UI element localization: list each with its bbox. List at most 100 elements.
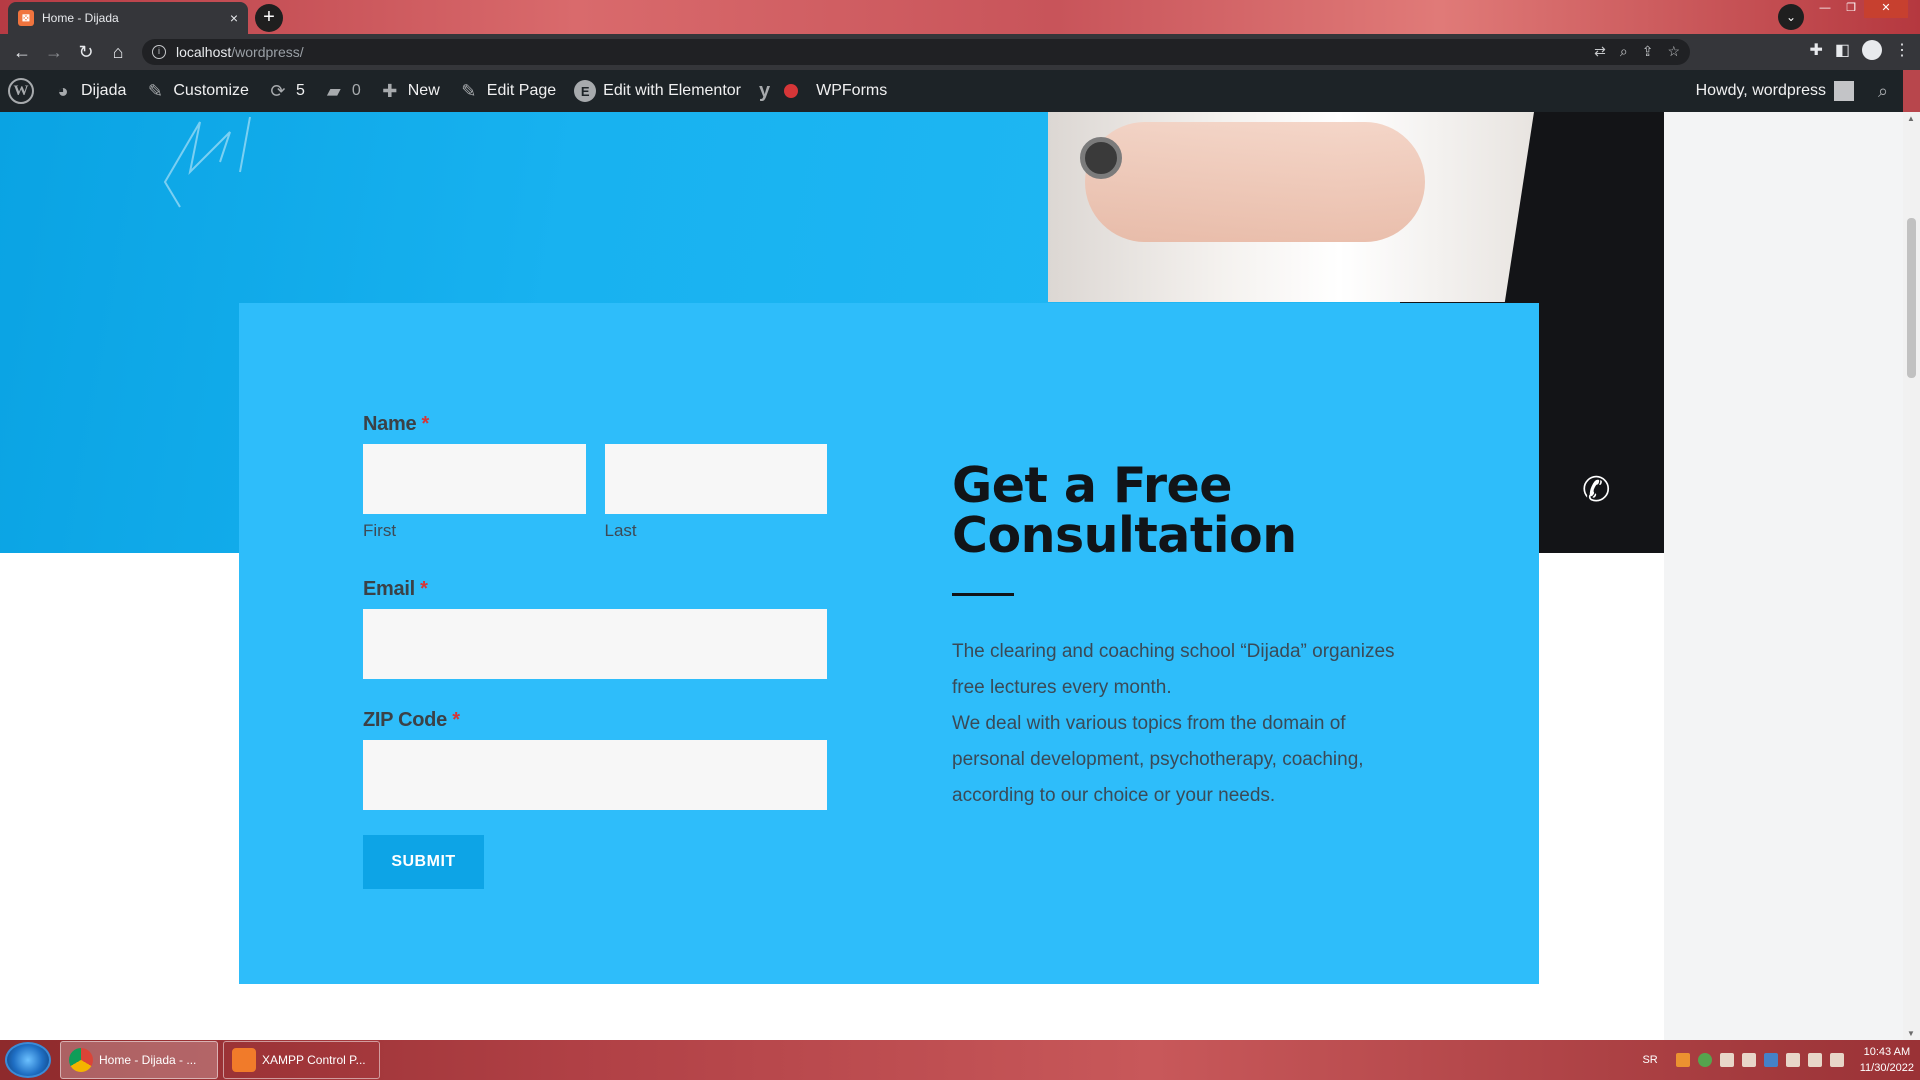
- updates-count: 5: [295, 82, 305, 99]
- required-marker: *: [452, 709, 460, 731]
- edit-page-item[interactable]: ✎ Edit Page: [449, 70, 565, 112]
- elementor-icon: E: [574, 80, 597, 102]
- page-content: ✆ Name * First Last Email * ZIP Code * S…: [0, 112, 1903, 1040]
- page-scrollbar[interactable]: ▲ ▼: [1903, 112, 1920, 1040]
- address-bar[interactable]: i localhost/wordpress/ ⇄ ⌕ ⇪ ☆: [142, 39, 1690, 65]
- chrome-icon: [69, 1048, 93, 1072]
- url-path: /wordpress/: [231, 44, 304, 60]
- start-button-icon[interactable]: [5, 1042, 51, 1078]
- howdy-label: Howdy, wordpress: [1695, 82, 1826, 99]
- wp-admin-bar: W ◕ Dijada ✎ Customize ⟳ 5 ▰ 0 ✚ New ✎ E…: [0, 70, 1903, 112]
- edit-page-label: Edit Page: [486, 82, 557, 99]
- scrollbar-thumb[interactable]: [1907, 218, 1916, 378]
- plus-icon: ✚: [382, 80, 398, 101]
- back-icon[interactable]: ←: [6, 42, 38, 63]
- email-label-text: Email: [363, 578, 415, 600]
- consultation-info: Get a Free Consultation The clearing and…: [952, 461, 1412, 814]
- bookmark-star-icon[interactable]: ☆: [1667, 43, 1680, 60]
- home-icon[interactable]: ⌂: [102, 42, 134, 63]
- last-sublabel: Last: [604, 521, 637, 540]
- site-name-item[interactable]: ◕ Dijada: [43, 70, 135, 112]
- new-label: New: [407, 82, 440, 99]
- translate-icon[interactable]: ⇄: [1594, 43, 1606, 60]
- edit-elementor-item[interactable]: E Edit with Elementor: [565, 70, 750, 112]
- url-host: localhost: [176, 44, 232, 60]
- search-icon: ⌕: [1877, 80, 1889, 101]
- close-tab-icon[interactable]: ×: [230, 10, 238, 26]
- phone-icon[interactable]: ✆: [1582, 470, 1611, 510]
- restore-icon[interactable]: ❐: [1838, 0, 1864, 18]
- share-icon[interactable]: ⇪: [1642, 43, 1654, 60]
- scroll-down-icon[interactable]: ▼: [1907, 1029, 1915, 1038]
- clock-time: 10:43 AM: [1863, 1046, 1911, 1058]
- minimize-icon[interactable]: —: [1812, 0, 1838, 18]
- name-label-text: Name: [363, 413, 417, 435]
- yoast-icon: y: [759, 79, 771, 102]
- comment-icon: ▰: [326, 80, 341, 101]
- volume-icon[interactable]: [1829, 1053, 1844, 1067]
- browser-tab[interactable]: ⊠ Home - Dijada ×: [8, 2, 248, 34]
- new-item[interactable]: ✚ New: [370, 70, 449, 112]
- taskbar-chrome[interactable]: Home - Dijada - ...: [60, 1041, 218, 1079]
- wp-logo-item[interactable]: W: [0, 70, 43, 112]
- windows-taskbar: Home - Dijada - ... XAMPP Control P... S…: [0, 1040, 1920, 1080]
- bluetooth-tray-icon[interactable]: [1763, 1053, 1778, 1067]
- wpforms-label: WPForms: [816, 82, 888, 99]
- network-tray-icon[interactable]: [1719, 1053, 1734, 1067]
- customize-item[interactable]: ✎ Customize: [135, 70, 258, 112]
- scroll-up-icon[interactable]: ▲: [1907, 114, 1915, 123]
- xampp-favicon-icon: ⊠: [18, 10, 34, 26]
- my-account-item[interactable]: Howdy, wordpress: [1687, 70, 1863, 112]
- clock[interactable]: 10:43 AM 11/30/2022: [1860, 1044, 1914, 1076]
- action-center-icon[interactable]: [1785, 1053, 1800, 1067]
- first-name-input[interactable]: [363, 444, 586, 514]
- yoast-item[interactable]: y: [750, 70, 807, 112]
- tab-title: Home - Dijada: [42, 11, 119, 25]
- hero-photo-watch: [1080, 137, 1122, 179]
- zip-input[interactable]: [363, 740, 827, 810]
- extensions-icon[interactable]: ✚: [1809, 40, 1822, 60]
- side-panel-icon[interactable]: ◧: [1835, 40, 1850, 60]
- taskbar-xampp[interactable]: XAMPP Control P...: [223, 1041, 380, 1079]
- admin-search-item[interactable]: ⌕: [1863, 70, 1903, 112]
- site-name: Dijada: [81, 82, 127, 99]
- email-input[interactable]: [363, 609, 827, 679]
- tab-search-icon[interactable]: ⌄: [1778, 4, 1804, 30]
- chrome-menu-icon[interactable]: ⋮: [1894, 40, 1910, 60]
- display-tray-icon[interactable]: [1807, 1053, 1822, 1067]
- required-marker: *: [420, 578, 428, 600]
- updates-item[interactable]: ⟳ 5: [258, 70, 314, 112]
- system-tray: SR 10:43 AM 11/30/2022: [1642, 1040, 1914, 1080]
- description-paragraph-2: We deal with various topics from the dom…: [952, 713, 1364, 806]
- wordpress-icon: W: [8, 78, 34, 104]
- edit-elementor-label: Edit with Elementor: [603, 82, 741, 99]
- forward-icon[interactable]: →: [38, 42, 70, 63]
- last-name-input[interactable]: [604, 444, 827, 514]
- site-info-icon[interactable]: i: [152, 45, 166, 59]
- zoom-icon[interactable]: ⌕: [1620, 43, 1628, 60]
- xampp-tray-icon[interactable]: [1675, 1053, 1690, 1067]
- first-sublabel: First: [363, 521, 397, 540]
- refresh-icon: ⟳: [270, 80, 286, 101]
- browser-tab-strip: ⊠ Home - Dijada × + ⌄ — ❐ ✕: [0, 0, 1920, 34]
- security-tray-icon[interactable]: [1697, 1053, 1712, 1067]
- brush-icon: ✎: [147, 80, 163, 101]
- page-side-background: [1664, 112, 1903, 1040]
- clock-date: 11/30/2022: [1859, 1062, 1914, 1074]
- description-paragraph-1: The clearing and coaching school “Dijada…: [952, 641, 1395, 698]
- heading-divider: [952, 593, 1014, 596]
- profile-avatar-icon[interactable]: [1862, 40, 1882, 60]
- new-tab-button[interactable]: +: [255, 4, 283, 32]
- dashboard-icon: ◕: [57, 80, 69, 101]
- close-window-icon[interactable]: ✕: [1864, 0, 1908, 18]
- wpforms-item[interactable]: WPForms: [807, 70, 896, 112]
- submit-button[interactable]: SUBMIT: [363, 835, 484, 889]
- consultation-description: The clearing and coaching school “Dijada…: [952, 634, 1412, 814]
- reload-icon[interactable]: ↻: [70, 42, 102, 63]
- zip-label: ZIP Code *: [363, 709, 827, 732]
- comments-item[interactable]: ▰ 0: [314, 70, 370, 112]
- taskbar-chrome-label: Home - Dijada - ...: [99, 1053, 197, 1067]
- comments-count: 0: [351, 82, 361, 99]
- usb-tray-icon[interactable]: [1741, 1053, 1756, 1067]
- language-indicator[interactable]: SR: [1642, 1054, 1657, 1066]
